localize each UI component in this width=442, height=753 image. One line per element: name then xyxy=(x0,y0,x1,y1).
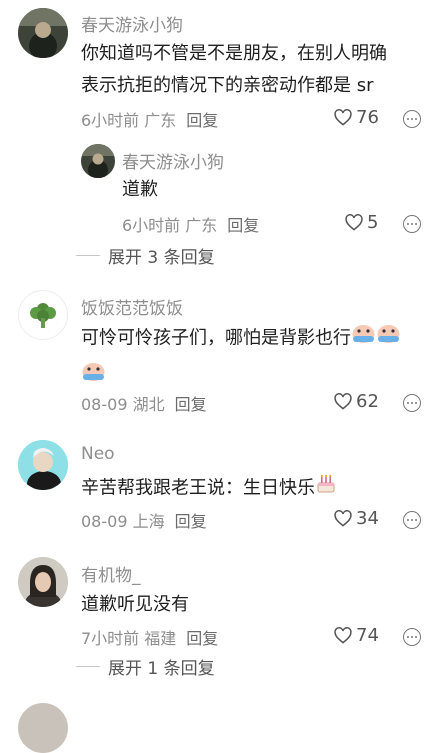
like-count: 5 xyxy=(367,212,379,233)
comment-body: 可怜可怜孩子们，哪怕是背影也行 xyxy=(81,327,351,349)
expand-label: 展开 3 条回复 xyxy=(108,248,215,268)
crying-emoji-icon xyxy=(376,322,401,355)
comment-meta: 08-09 湖北 回复 xyxy=(81,391,207,415)
comment-text: 你知道吗不管是不是朋友，在别人明确表示抗拒的情况下的亲密动作都是 sr xyxy=(81,43,387,96)
more-circle-icon[interactable] xyxy=(403,394,421,412)
time-location: 08-09 湖北 xyxy=(81,395,165,414)
time-location: 6小时前 广东 xyxy=(122,216,218,235)
heart-outline-icon xyxy=(334,393,352,410)
like-count: 76 xyxy=(356,107,379,128)
username[interactable]: 有机物_ xyxy=(81,561,141,586)
avatar[interactable] xyxy=(81,144,115,178)
more-circle-icon[interactable] xyxy=(403,110,421,128)
comment-meta: 08-09 上海 回复 xyxy=(81,508,207,532)
reply-button[interactable]: 回复 xyxy=(227,216,259,235)
username[interactable]: 饭饭范范饭饭 xyxy=(81,294,183,319)
comment-meta: 7小时前 福建 回复 xyxy=(81,625,218,649)
comment-text: 辛苦帮我跟老王说：生日快乐 xyxy=(81,472,337,505)
reply-button[interactable]: 回复 xyxy=(175,512,207,531)
divider xyxy=(76,255,100,256)
divider xyxy=(76,666,100,667)
heart-outline-icon xyxy=(334,627,352,644)
comment-item: Neo 辛苦帮我跟老王说：生日快乐 08-09 上海 回复 34 xyxy=(0,436,442,536)
expand-label: 展开 1 条回复 xyxy=(108,659,215,679)
like-count: 62 xyxy=(356,391,379,412)
heart-outline-icon xyxy=(334,109,352,126)
comment-item: 饭饭范范饭饭 可怜可怜孩子们，哪怕是背影也行 08-09 湖北 回复 62 xyxy=(0,286,442,426)
comment-body: 辛苦帮我跟老王说：生日快乐 xyxy=(81,477,315,499)
more-circle-icon[interactable] xyxy=(403,628,421,646)
like-button[interactable]: 62 xyxy=(334,391,379,412)
reply-button[interactable]: 回复 xyxy=(186,629,218,648)
comment-item: 春天游泳小狗 你知道吗不管是不是朋友，在别人明确表示抗拒的情况下的亲密动作都是 … xyxy=(0,0,442,270)
username[interactable]: Neo xyxy=(81,444,115,464)
expand-replies-button[interactable]: 展开 1 条回复 xyxy=(76,654,215,679)
more-circle-icon[interactable] xyxy=(403,511,421,529)
username[interactable]: 春天游泳小狗 xyxy=(122,148,224,173)
more-circle-icon[interactable] xyxy=(403,215,421,233)
like-button[interactable]: 34 xyxy=(334,508,379,529)
avatar[interactable] xyxy=(18,8,68,58)
reply-button[interactable]: 回复 xyxy=(175,395,207,414)
heart-outline-icon xyxy=(345,214,363,231)
avatar[interactable] xyxy=(18,290,68,340)
username[interactable]: 春天游泳小狗 xyxy=(81,11,183,36)
avatar[interactable] xyxy=(18,557,68,607)
comment-text: 道歉 xyxy=(122,179,158,200)
comment-text: 道歉听见没有 xyxy=(81,594,189,615)
comment-meta: 6小时前 广东 回复 xyxy=(81,107,218,131)
time-location: 08-09 上海 xyxy=(81,512,165,531)
crying-emoji-icon xyxy=(81,360,106,386)
like-button[interactable]: 5 xyxy=(345,212,378,233)
time-location: 7小时前 福建 xyxy=(81,629,177,648)
comment-text: 可怜可怜孩子们，哪怕是背影也行 xyxy=(81,322,426,355)
comment-meta: 6小时前 广东 回复 xyxy=(122,212,259,236)
like-button[interactable]: 74 xyxy=(334,625,379,646)
avatar[interactable] xyxy=(18,440,68,490)
like-button[interactable]: 76 xyxy=(334,107,379,128)
heart-outline-icon xyxy=(334,510,352,527)
birthday-cake-icon xyxy=(315,472,337,505)
like-count: 74 xyxy=(356,625,379,646)
comment-item: 有机物_ 道歉听见没有 7小时前 福建 回复 74 展开 1 条回复 xyxy=(0,553,442,683)
crying-emoji-icon xyxy=(351,322,376,355)
like-count: 34 xyxy=(356,508,379,529)
reply-button[interactable]: 回复 xyxy=(186,111,218,130)
expand-replies-button[interactable]: 展开 3 条回复 xyxy=(76,243,215,268)
time-location: 6小时前 广东 xyxy=(81,111,177,130)
